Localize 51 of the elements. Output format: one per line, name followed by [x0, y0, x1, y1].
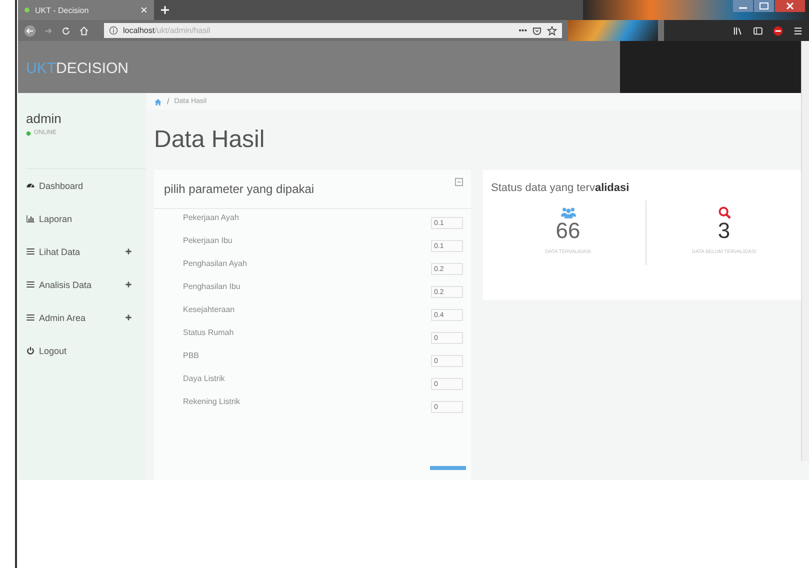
favicon-icon	[24, 7, 30, 13]
sidebar-item[interactable]: Dashboard	[26, 169, 146, 202]
maximize-icon[interactable]	[754, 0, 774, 12]
online-dot-icon	[26, 130, 31, 136]
url-text: localhost/ukt/admin/hasil	[123, 26, 212, 35]
parameter-label: Penghasilan Ayah	[183, 259, 247, 268]
shield-icon[interactable]	[532, 26, 542, 36]
sidebar-item[interactable]: Logout	[26, 334, 146, 367]
menu-icon[interactable]	[793, 26, 803, 36]
library-icon[interactable]	[733, 26, 743, 36]
collapse-icon[interactable]	[455, 178, 463, 186]
page-actions-button[interactable]: •••	[518, 26, 527, 35]
parameter-label: Daya Listrik	[183, 374, 225, 383]
browser-tab[interactable]: UKT - Decision	[18, 0, 154, 20]
bar-chart-icon	[26, 214, 35, 223]
info-icon[interactable]	[109, 26, 118, 35]
parameter-label: Rekening Listrik	[183, 397, 240, 406]
home-icon[interactable]	[78, 24, 90, 36]
star-icon[interactable]	[547, 26, 557, 36]
parameter-label: Status Rumah	[183, 328, 234, 337]
list-icon	[26, 280, 35, 289]
sidebar-item[interactable]: Laporan	[26, 202, 146, 235]
stat-value: 66	[556, 219, 580, 243]
parameter-label: Pekerjaan Ibu	[183, 236, 232, 245]
sidebar-item[interactable]: Lihat Data	[26, 235, 146, 268]
user-name: admin	[26, 111, 62, 126]
parameter-label: Penghasilan Ibu	[183, 282, 240, 291]
sidebar-item[interactable]: Analisis Data	[26, 268, 146, 301]
app-logo[interactable]: UKTDECISION	[18, 41, 206, 93]
panel-title: Status data yang tervalidasi	[491, 182, 630, 194]
page-title: Data Hasil	[154, 126, 266, 154]
stat-value: 3	[718, 219, 730, 243]
panel-title: pilih parameter yang dipakai	[164, 182, 314, 196]
close-icon[interactable]	[775, 0, 805, 12]
back-icon[interactable]	[24, 24, 36, 36]
dashboard-icon	[26, 181, 35, 190]
list-icon	[26, 313, 35, 322]
sidebar-icon[interactable]	[753, 26, 763, 36]
minimize-icon[interactable]	[733, 0, 753, 12]
reload-icon[interactable]	[60, 24, 72, 36]
address-bar[interactable]: localhost/ukt/admin/hasil •••	[104, 23, 562, 38]
new-tab-icon[interactable]	[160, 5, 170, 15]
close-icon[interactable]	[140, 6, 148, 14]
breadcrumb-separator: /	[167, 97, 170, 106]
tab-title: UKT - Decision	[35, 6, 90, 14]
parameter-label: PBB	[183, 351, 200, 360]
sidebar-item[interactable]: Admin Area	[26, 301, 146, 334]
parameter-label: Pekerjaan Ayah	[183, 213, 239, 222]
parameter-label: Kesejahteraan	[183, 305, 235, 314]
list-icon	[26, 247, 35, 256]
power-icon	[26, 346, 35, 355]
